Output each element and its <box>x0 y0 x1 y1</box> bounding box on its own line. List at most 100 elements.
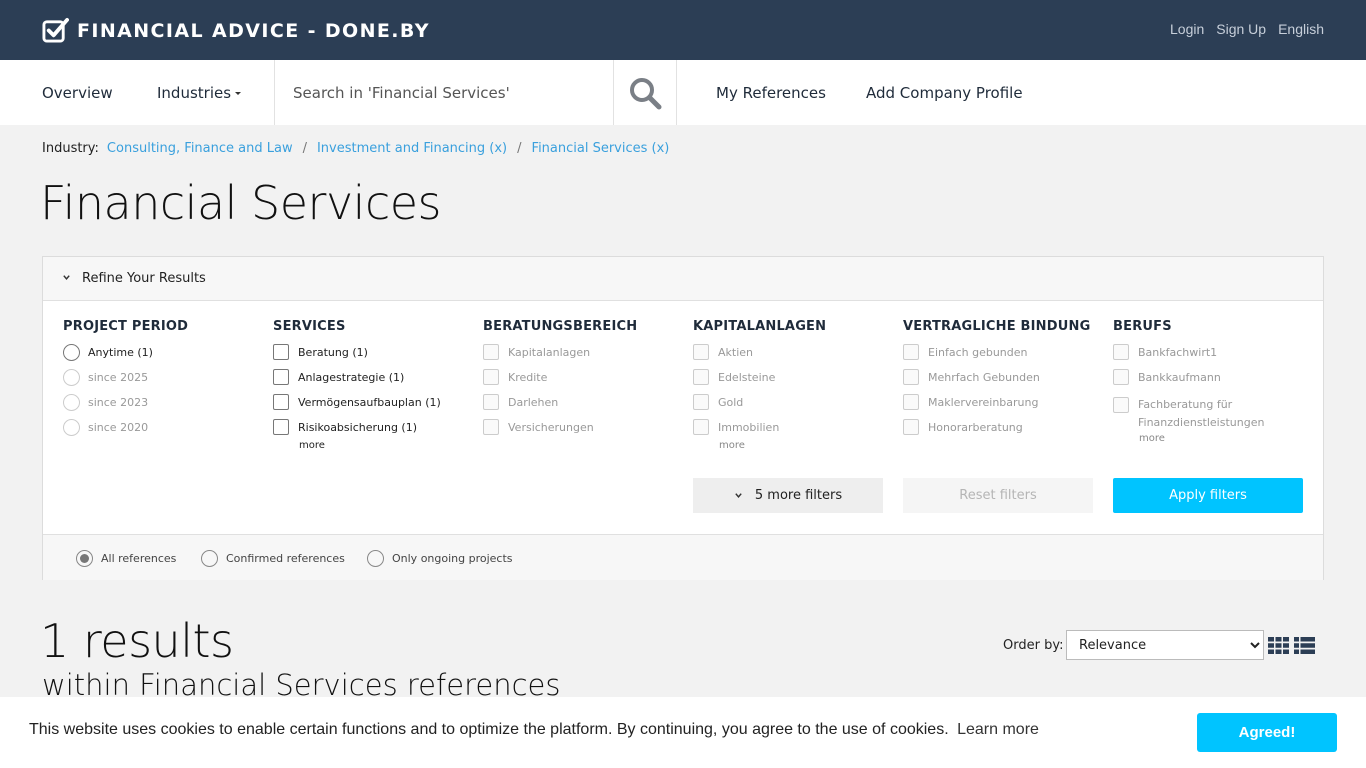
checkbox[interactable] <box>1113 369 1129 385</box>
nav-my-references[interactable]: My References <box>716 84 826 102</box>
reference-type-option[interactable]: Only ongoing projects <box>367 550 513 567</box>
chevron-down-icon <box>735 493 742 498</box>
filter-option[interactable]: Bankfachwirt1 <box>1113 344 1303 371</box>
checkbox[interactable] <box>693 419 709 435</box>
filter-option[interactable]: Aktien <box>693 344 883 371</box>
reference-type-label: All references <box>101 552 177 565</box>
filter-option[interactable]: since 2025 <box>63 369 253 396</box>
filter-option[interactable]: Anlagestrategie (1) <box>273 369 463 396</box>
filter-option[interactable]: Darlehen <box>483 394 673 421</box>
filter-option-label: Darlehen <box>508 396 559 409</box>
filter-option[interactable]: Beratung (1) <box>273 344 463 371</box>
radio[interactable] <box>63 419 80 436</box>
checkbox[interactable] <box>1113 397 1129 413</box>
filter-panel-header[interactable]: Refine Your Results <box>43 257 1323 301</box>
filter-option[interactable]: since 2020 <box>63 419 253 446</box>
more-link[interactable]: more <box>1139 433 1303 444</box>
brand-logo[interactable]: FINANCIAL ADVICE - DONE.BY <box>42 17 430 44</box>
filter-option[interactable]: Mehrfach Gebunden <box>903 369 1093 396</box>
filter-column-beratungsbereich: BERATUNGSBEREICH Kapitalanlagen Kredite … <box>483 319 673 446</box>
checkbox[interactable] <box>273 369 289 385</box>
filter-heading: SERVICES <box>273 319 346 334</box>
page-title: Financial Services <box>40 176 442 230</box>
checkbox[interactable] <box>903 419 919 435</box>
checkbox[interactable] <box>273 394 289 410</box>
order-by-select[interactable]: Relevance <box>1066 630 1264 660</box>
nav-industries-dropdown[interactable]: Industries <box>157 84 242 102</box>
breadcrumb-item[interactable]: Financial Services (x) <box>532 141 670 156</box>
search-button[interactable] <box>614 60 677 125</box>
filter-option-label: Vermögensaufbauplan (1) <box>298 396 441 409</box>
search-input[interactable] <box>275 60 613 125</box>
filter-option[interactable]: Edelsteine <box>693 369 883 396</box>
checkbox[interactable] <box>483 369 499 385</box>
radio[interactable] <box>63 344 80 361</box>
checkbox[interactable] <box>483 394 499 410</box>
filter-option-label: Aktien <box>718 346 754 359</box>
filter-option-label: Anytime (1) <box>88 346 153 359</box>
grid-view-icon[interactable] <box>1268 637 1289 654</box>
filter-option[interactable]: Kredite <box>483 369 673 396</box>
cookie-learn-more-link[interactable]: Learn more <box>957 721 1039 738</box>
filter-option[interactable]: Kapitalanlagen <box>483 344 673 371</box>
checkbox[interactable] <box>903 394 919 410</box>
radio[interactable] <box>63 394 80 411</box>
signup-link[interactable]: Sign Up <box>1216 21 1266 37</box>
filter-option[interactable]: Bankkaufmann <box>1113 369 1303 396</box>
login-link[interactable]: Login <box>1170 21 1204 37</box>
checkbox[interactable] <box>903 344 919 360</box>
checkbox[interactable] <box>903 369 919 385</box>
more-link[interactable]: more <box>719 440 883 451</box>
filter-option-label: Immobilien <box>718 421 780 434</box>
search-box <box>274 60 614 125</box>
filter-option-label: Bankkaufmann <box>1138 371 1221 384</box>
breadcrumb-item[interactable]: Investment and Financing (x) <box>317 141 507 156</box>
filter-panel-title: Refine Your Results <box>82 271 206 286</box>
radio[interactable] <box>63 369 80 386</box>
filter-option[interactable]: Maklervereinbarung <box>903 394 1093 421</box>
filter-heading: PROJECT PERIOD <box>63 319 189 334</box>
apply-filters-button[interactable]: Apply filters <box>1113 478 1303 513</box>
language-link[interactable]: English <box>1278 21 1324 37</box>
radio[interactable] <box>201 550 218 567</box>
order-by-label: Order by: <box>1003 638 1064 653</box>
reference-type-label: Only ongoing projects <box>392 552 513 565</box>
checkbox[interactable] <box>693 369 709 385</box>
filter-column-project-period: PROJECT PERIOD Anytime (1) since 2025 si… <box>63 319 253 446</box>
nav-add-company-profile[interactable]: Add Company Profile <box>866 84 1023 102</box>
filter-option-label: Edelsteine <box>718 371 776 384</box>
filter-option-label: Einfach gebunden <box>928 346 1028 359</box>
checkbox[interactable] <box>693 394 709 410</box>
filter-option-label: Maklervereinbarung <box>928 396 1039 409</box>
checkbox[interactable] <box>483 344 499 360</box>
filter-option[interactable]: Einfach gebunden <box>903 344 1093 371</box>
filter-option[interactable]: Gold <box>693 394 883 421</box>
reference-type-option[interactable]: All references <box>76 550 176 567</box>
breadcrumb-item[interactable]: Consulting, Finance and Law <box>107 141 293 156</box>
list-view-icon[interactable] <box>1294 637 1315 654</box>
filter-option[interactable]: Versicherungen <box>483 419 673 446</box>
radio[interactable] <box>367 550 384 567</box>
filter-option[interactable]: since 2023 <box>63 394 253 421</box>
reference-type-option[interactable]: Confirmed references <box>201 550 345 567</box>
filter-heading: BERATUNGSBEREICH <box>483 319 638 334</box>
checkbox[interactable] <box>693 344 709 360</box>
cookie-accept-button[interactable]: Agreed! <box>1197 713 1337 752</box>
filter-option-label: since 2023 <box>88 396 149 409</box>
nav-industries-label: Industries <box>157 84 232 102</box>
filter-option[interactable]: Anytime (1) <box>63 344 253 371</box>
nav-overview[interactable]: Overview <box>42 84 113 102</box>
search-icon <box>630 77 662 109</box>
checkbox[interactable] <box>1113 344 1129 360</box>
top-bar: FINANCIAL ADVICE - DONE.BY Login Sign Up… <box>0 0 1366 60</box>
radio-selected[interactable] <box>76 550 93 567</box>
reset-filters-button[interactable]: Reset filters <box>903 478 1093 513</box>
filter-option[interactable]: Vermögensaufbauplan (1) <box>273 394 463 421</box>
checkbox[interactable] <box>273 419 289 435</box>
more-link[interactable]: more <box>299 440 463 451</box>
filter-option[interactable]: Honorarberatung <box>903 419 1093 446</box>
more-filters-button[interactable]: 5 more filters <box>693 478 883 513</box>
checkbox[interactable] <box>273 344 289 360</box>
filter-option-label: Honorarberatung <box>928 421 1023 434</box>
checkbox[interactable] <box>483 419 499 435</box>
